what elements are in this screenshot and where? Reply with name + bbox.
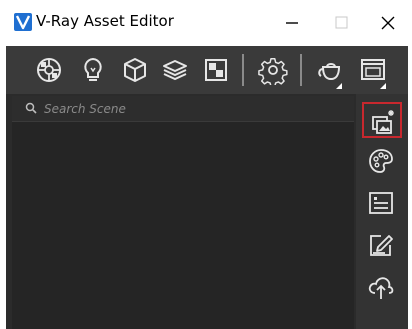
title-bar: V-Ray Asset Editor: [0, 0, 412, 46]
vray-logo-icon: [14, 13, 32, 31]
toolbar-separator: [300, 54, 302, 86]
render-menu-indicator: [336, 83, 342, 89]
window-title: V-Ray Asset Editor: [36, 12, 174, 30]
frame-buffer-icon[interactable]: [358, 55, 388, 85]
edit-icon: [370, 235, 393, 256]
list-icon: [369, 192, 393, 214]
render-elements-list-button[interactable]: [362, 186, 402, 222]
render-teapot-icon[interactable]: [316, 55, 346, 85]
lights-icon[interactable]: [78, 55, 108, 85]
add-asset-button[interactable]: [362, 102, 402, 138]
settings-icon[interactable]: [258, 55, 288, 85]
upload-icon: [368, 277, 394, 299]
search-input[interactable]: [44, 99, 334, 119]
upload-button[interactable]: [362, 270, 402, 306]
maximize-button[interactable]: [322, 8, 362, 38]
minimize-button[interactable]: [272, 8, 312, 38]
palette-button[interactable]: [362, 144, 402, 180]
search-bar: [12, 96, 354, 122]
framebuffer-menu-indicator: [380, 83, 386, 89]
materials-icon[interactable]: [34, 55, 64, 85]
add-asset-icon: [372, 110, 394, 134]
asset-editor-frame: [6, 46, 408, 329]
edit-button[interactable]: [362, 228, 402, 264]
search-icon: [25, 102, 37, 114]
side-toolbar: [356, 94, 408, 329]
close-button[interactable]: [368, 8, 408, 38]
render-elements-icon[interactable]: [160, 55, 190, 85]
geometry-icon[interactable]: [120, 55, 150, 85]
textures-icon[interactable]: [201, 55, 231, 85]
palette-icon: [369, 149, 393, 173]
asset-list-panel: [12, 96, 354, 329]
toolbar-separator: [242, 54, 244, 86]
toolbar: [6, 46, 408, 94]
